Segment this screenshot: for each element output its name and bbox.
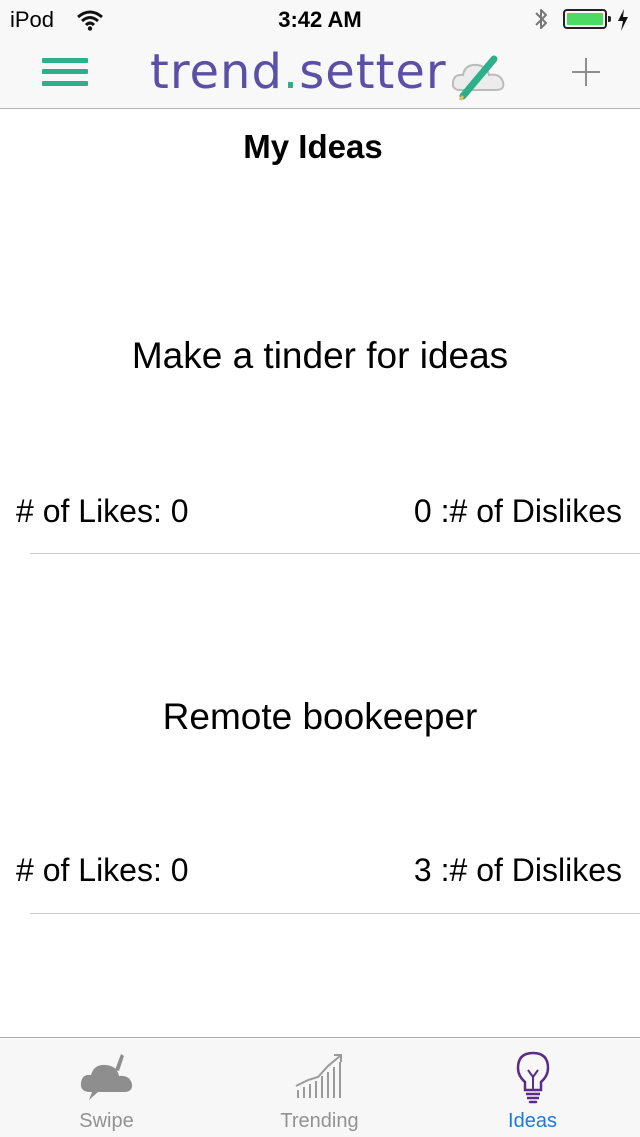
hamburger-icon — [42, 58, 88, 63]
tab-label: Swipe — [79, 1110, 134, 1132]
tab-swipe[interactable]: Swipe — [0, 1038, 213, 1137]
idea-title: Remote bookeeper — [162, 696, 478, 737]
idea-title: Make a tinder for ideas — [131, 335, 509, 376]
tab-label: Ideas — [508, 1110, 557, 1132]
tab-ideas[interactable]: Ideas — [426, 1038, 639, 1137]
tab-trending[interactable]: Trending — [213, 1038, 426, 1137]
lightbulb-icon — [426, 1050, 639, 1111]
menu-button[interactable] — [42, 54, 90, 90]
status-bar: iPod 3:42 AM — [0, 0, 640, 40]
navigation-bar: trend.setter — [0, 40, 640, 109]
logo-text: trend.setter — [150, 44, 447, 100]
plus-icon — [572, 58, 600, 86]
charging-icon — [616, 8, 630, 38]
bluetooth-icon — [533, 6, 549, 38]
add-idea-button[interactable] — [566, 52, 606, 92]
tab-bar: Swipe Trending Ideas — [0, 1037, 640, 1137]
cloud-pencil-icon — [450, 50, 508, 107]
cell-divider — [30, 913, 640, 914]
likes-count: # of Likes: 0 — [16, 852, 189, 888]
likes-count: # of Likes: 0 — [16, 493, 189, 529]
app-logo: trend.setter — [150, 42, 505, 102]
cloud-icon — [0, 1050, 213, 1107]
battery-icon — [563, 9, 611, 29]
dislikes-count: 3 :# of Dislikes — [413, 852, 622, 888]
idea-cell[interactable]: Remote bookeeper # of Likes: 0 3 :# of D… — [0, 554, 640, 913]
idea-cell[interactable]: Make a tinder for ideas # of Likes: 0 0 … — [0, 110, 640, 554]
dislikes-count: 0 :# of Dislikes — [413, 493, 622, 529]
trending-chart-icon — [213, 1050, 426, 1105]
tab-label: Trending — [280, 1110, 359, 1132]
